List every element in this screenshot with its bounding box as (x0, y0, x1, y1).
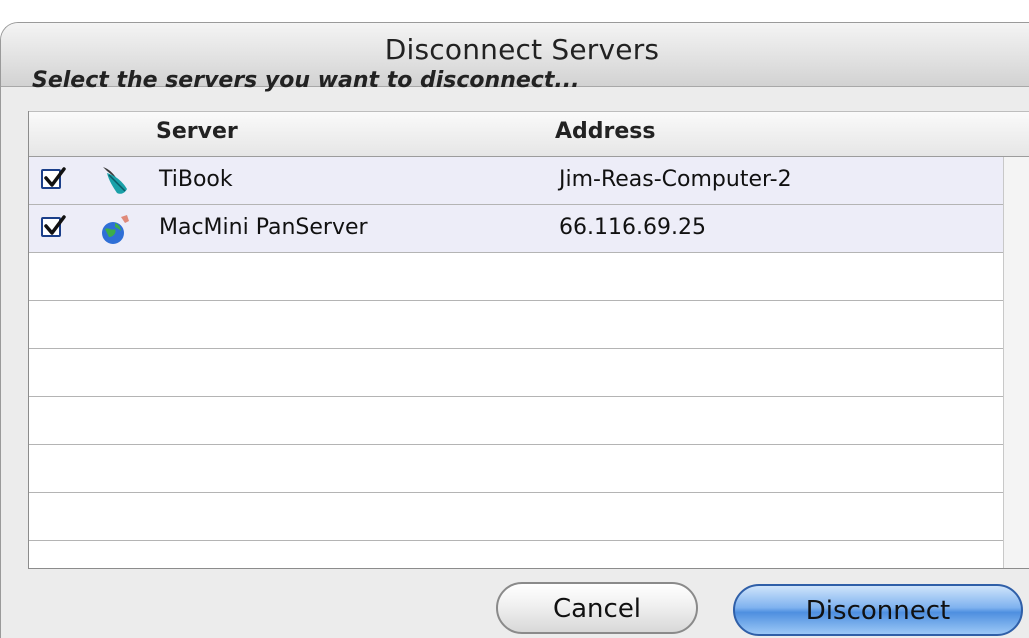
dialog-title: Disconnect Servers (384, 33, 660, 66)
server-table: Server Address TiBook Jim-Reas-Computer-… (28, 111, 1029, 569)
column-header-server[interactable]: Server (156, 119, 238, 144)
globe-icon (102, 215, 129, 244)
column-header-address[interactable]: Address (555, 119, 655, 144)
row-checkbox[interactable] (41, 215, 66, 237)
table-row[interactable]: TiBook Jim-Reas-Computer-2 (29, 157, 1004, 205)
server-name: TiBook (159, 167, 233, 192)
cancel-button[interactable]: Cancel (496, 582, 698, 634)
table-header: Server Address (29, 111, 1029, 157)
checkmark-icon (44, 167, 66, 187)
empty-row (29, 493, 1004, 541)
empty-row (29, 349, 1004, 397)
empty-row (29, 301, 1004, 349)
checkmark-icon (44, 215, 66, 235)
row-checkbox[interactable] (41, 167, 66, 189)
empty-row (29, 445, 1004, 493)
instruction-text: Select the servers you want to disconnec… (32, 68, 580, 93)
vertical-scrollbar[interactable] (1003, 157, 1029, 568)
table-row[interactable]: MacMini PanServer 66.116.69.25 (29, 205, 1004, 253)
feather-icon (103, 167, 127, 194)
empty-row (29, 397, 1004, 445)
empty-row (29, 253, 1004, 301)
server-name: MacMini PanServer (159, 215, 368, 240)
disconnect-button[interactable]: Disconnect (733, 584, 1023, 636)
server-address: 66.116.69.25 (559, 215, 706, 240)
server-address: Jim-Reas-Computer-2 (559, 167, 792, 192)
